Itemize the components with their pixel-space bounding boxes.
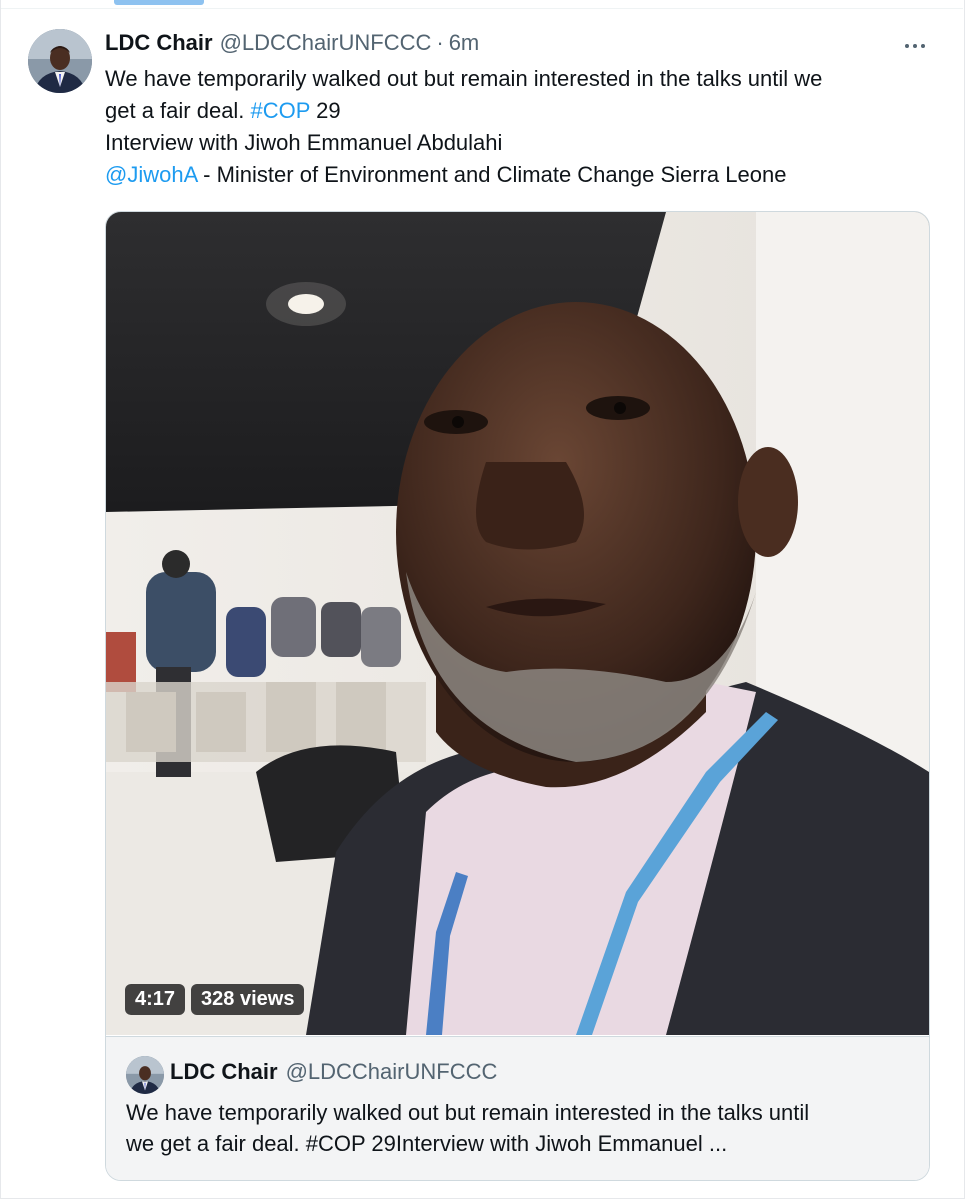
video-badges: 4:17 328 views	[125, 984, 305, 1015]
tweet-text-line: Interview with Jiwoh Emmanuel Abdulahi	[105, 130, 503, 155]
mention-link[interactable]: @JiwohA	[105, 162, 197, 187]
tweet-text-line: get a fair deal. #COP 29	[105, 98, 341, 123]
hashtag-link[interactable]: #COP	[251, 98, 311, 123]
video-frame-image	[106, 212, 929, 1035]
tweet-header: LDC Chair @LDCChairUNFCCC · 6m	[105, 30, 479, 60]
tweet-timestamp[interactable]: 6m	[449, 30, 480, 56]
header-separator: ·	[436, 30, 444, 55]
tweet-text-line: We have temporarily walked out but remai…	[105, 66, 823, 91]
quoted-display-name[interactable]: LDC Chair	[170, 1059, 278, 1085]
video-views-badge: 328 views	[191, 984, 305, 1015]
quoted-handle[interactable]: @LDCChairUNFCCC	[286, 1059, 498, 1085]
author-avatar[interactable]	[28, 29, 92, 93]
quoted-text: We have temporarily walked out but remai…	[126, 1097, 916, 1159]
author-display-name[interactable]: LDC Chair	[105, 30, 213, 56]
tweet-text-line: @JiwohA - Minister of Environment and Cl…	[105, 162, 787, 187]
tweet-text: We have temporarily walked out but remai…	[105, 63, 935, 191]
quoted-text-line: we get a fair deal. #COP 29Interview wit…	[126, 1131, 728, 1156]
video-duration-badge: 4:17	[125, 984, 186, 1015]
video-player[interactable]: 4:17 328 views	[106, 212, 929, 1035]
top-tab-indicator	[114, 0, 204, 5]
top-divider	[1, 8, 963, 9]
more-options-button[interactable]	[898, 32, 932, 60]
more-horizontal-icon	[905, 44, 909, 48]
quoted-text-line: We have temporarily walked out but remai…	[126, 1100, 810, 1125]
author-handle[interactable]: @LDCChairUNFCCC	[220, 30, 432, 56]
quoted-header: LDC Chair @LDCChairUNFCCC	[170, 1059, 497, 1085]
media-card: 4:17 328 views LDC Chair @LDCChairUNFCCC…	[105, 211, 930, 1181]
quoted-tweet[interactable]: LDC Chair @LDCChairUNFCCC We have tempor…	[106, 1036, 929, 1180]
quoted-author-avatar[interactable]	[126, 1056, 164, 1094]
